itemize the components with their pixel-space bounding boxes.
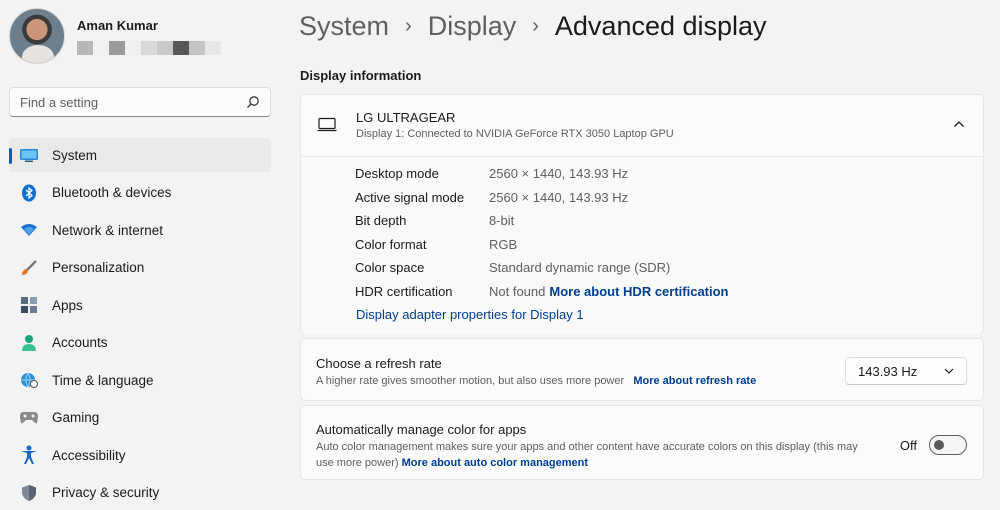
redaction-block xyxy=(157,40,173,55)
redaction-block xyxy=(77,40,93,55)
sidebar-item-label: Time & language xyxy=(52,372,154,388)
search-input[interactable]: Find a setting xyxy=(20,95,246,110)
sidebar-item-label: Personalization xyxy=(52,260,145,275)
monitor-icon xyxy=(317,117,337,132)
wifi-icon xyxy=(19,220,39,240)
auto-color-desc-line1: Auto color management makes sure your ap… xyxy=(316,441,858,453)
sidebar-item-gaming[interactable]: Gaming xyxy=(9,401,271,435)
refresh-rate-link[interactable]: More about refresh rate xyxy=(633,375,756,387)
page-title: Advanced display xyxy=(554,10,767,41)
gamepad-icon xyxy=(19,408,39,428)
avatar[interactable] xyxy=(9,8,65,64)
profile-email-redacted xyxy=(77,40,221,55)
bluetooth-icon xyxy=(19,183,39,203)
auto-color-toggle[interactable] xyxy=(929,435,967,455)
redaction-block xyxy=(125,40,141,55)
refresh-rate-value: 143.93 Hz xyxy=(858,363,918,379)
system-icon xyxy=(19,145,39,165)
redaction-block xyxy=(141,40,157,55)
auto-color-desc-line2: use more power) xyxy=(316,457,399,469)
refresh-rate-card: Choose a refresh rate A higher rate give… xyxy=(300,338,984,401)
chevron-up-icon[interactable] xyxy=(953,119,965,129)
accessibility-icon xyxy=(19,445,39,465)
info-row-hdr-certification: HDR certification Not found More about H… xyxy=(355,284,729,302)
sidebar-item-privacy[interactable]: Privacy & security xyxy=(9,476,271,510)
refresh-rate-description: A higher rate gives smoother motion, but… xyxy=(316,373,756,389)
display-adapter-properties-link[interactable]: Display adapter properties for Display 1 xyxy=(356,307,584,322)
profile-name: Aman Kumar xyxy=(77,17,158,33)
sidebar-item-label: Network & internet xyxy=(52,222,164,238)
redaction-block xyxy=(205,40,221,55)
auto-color-description: Auto color management makes sure your ap… xyxy=(316,439,896,471)
breadcrumb: System › Display › Advanced display xyxy=(299,8,767,44)
info-label: Desktop mode xyxy=(355,166,439,181)
sidebar-item-time-language[interactable]: Time & language xyxy=(9,363,271,397)
refresh-rate-desc-text: A higher rate gives smoother motion, but… xyxy=(316,375,625,387)
display-info-body: Desktop mode 2560 × 1440, 143.93 Hz Acti… xyxy=(301,157,983,334)
breadcrumb-display[interactable]: Display xyxy=(428,11,517,42)
redaction-block xyxy=(93,40,109,55)
apps-icon xyxy=(19,295,39,315)
monitor-connection: Display 1: Connected to NVIDIA GeForce R… xyxy=(356,128,674,140)
display-info-card: LG ULTRAGEAR Display 1: Connected to NVI… xyxy=(300,94,984,334)
chevron-right-icon: › xyxy=(405,14,412,37)
sidebar-item-label: Bluetooth & devices xyxy=(52,185,172,200)
info-row-color-space: Color space Standard dynamic range (SDR) xyxy=(355,260,670,278)
sidebar-item-label: Apps xyxy=(52,297,83,313)
sidebar-item-apps[interactable]: Apps xyxy=(9,288,271,322)
shield-icon xyxy=(19,483,39,503)
chevron-right-icon: › xyxy=(532,14,539,37)
search-icon[interactable] xyxy=(246,95,260,109)
toggle-knob xyxy=(934,440,944,450)
brush-icon xyxy=(19,258,39,278)
globe-clock-icon xyxy=(19,370,39,390)
sidebar-item-label: Gaming xyxy=(52,410,100,425)
sidebar-item-label: Privacy & security xyxy=(52,485,160,500)
section-title: Display information xyxy=(300,68,422,83)
redaction-block xyxy=(189,40,205,55)
toggle-state-label: Off xyxy=(899,438,917,453)
redaction-block xyxy=(109,40,125,55)
auto-color-card: Automatically manage color for apps Auto… xyxy=(300,405,984,480)
sidebar-item-network[interactable]: Network & internet xyxy=(9,213,271,247)
refresh-rate-title: Choose a refresh rate xyxy=(316,356,442,371)
sidebar-item-bluetooth[interactable]: Bluetooth & devices xyxy=(9,176,271,210)
info-row-color-format: Color format RGB xyxy=(355,237,517,255)
sidebar-item-personalization[interactable]: Personalization xyxy=(9,251,271,285)
info-label: Active signal mode xyxy=(355,190,465,205)
info-label: HDR certification xyxy=(355,284,453,299)
sidebar-item-system[interactable]: System xyxy=(9,138,271,172)
display-info-header[interactable]: LG ULTRAGEAR Display 1: Connected to NVI… xyxy=(301,95,983,157)
info-value: RGB xyxy=(489,237,518,252)
info-label: Color format xyxy=(355,237,427,252)
monitor-name: LG ULTRAGEAR xyxy=(356,110,456,125)
info-value: Not found xyxy=(489,284,546,299)
sidebar-item-accounts[interactable]: Accounts xyxy=(9,326,271,360)
user-profile[interactable]: Aman Kumar xyxy=(9,8,221,64)
info-value: 2560 × 1440, 143.93 Hz xyxy=(489,190,629,205)
auto-color-link[interactable]: More about auto color management xyxy=(402,457,588,469)
refresh-rate-dropdown[interactable]: 143.93 Hz xyxy=(845,357,967,385)
redaction-block xyxy=(173,40,189,55)
sidebar-item-label: System xyxy=(52,147,98,163)
info-value: Standard dynamic range (SDR) xyxy=(489,260,671,275)
info-value: 2560 × 1440, 143.93 Hz xyxy=(489,166,629,181)
info-label: Color space xyxy=(355,260,425,275)
hdr-certification-link[interactable]: More about HDR certification xyxy=(549,284,728,302)
info-label: Bit depth xyxy=(355,213,407,228)
info-value: 8-bit xyxy=(489,213,515,228)
person-icon xyxy=(19,333,39,353)
info-row-bit-depth: Bit depth 8-bit xyxy=(355,213,514,231)
chevron-down-icon xyxy=(944,368,954,374)
search-box[interactable]: Find a setting xyxy=(9,87,271,117)
sidebar-item-accessibility[interactable]: Accessibility xyxy=(9,438,271,472)
breadcrumb-system[interactable]: System xyxy=(299,11,389,42)
sidebar-nav: System Bluetooth & devices Network & int… xyxy=(9,138,271,510)
info-row-desktop-mode: Desktop mode 2560 × 1440, 143.93 Hz xyxy=(355,166,628,184)
info-row-active-signal: Active signal mode 2560 × 1440, 143.93 H… xyxy=(355,190,628,208)
sidebar-item-label: Accessibility xyxy=(52,447,126,463)
sidebar-item-label: Accounts xyxy=(52,335,108,350)
sidebar: Aman Kumar Find a setting System Bluetoo… xyxy=(0,0,280,510)
auto-color-title: Automatically manage color for apps xyxy=(316,422,527,437)
